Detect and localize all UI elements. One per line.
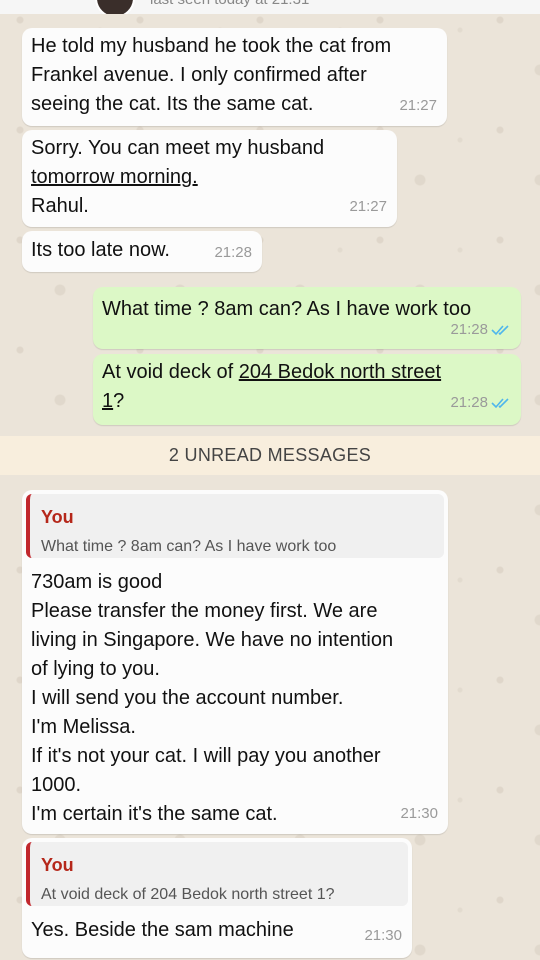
- message-text: At void deck of: [102, 361, 239, 383]
- message-text: Yes. Beside the sam machine: [31, 919, 294, 941]
- message-text: Rahul.: [31, 195, 89, 217]
- message-outgoing[interactable]: At void deck of 204 Bedok north street 1…: [93, 354, 521, 425]
- message-text: 730am is good Please transfer the money …: [31, 571, 394, 825]
- message-incoming-reply[interactable]: You At void deck of 204 Bedok north stre…: [22, 838, 412, 958]
- message-text: Sorry. You can meet my husband: [31, 137, 325, 159]
- message-incoming-reply[interactable]: You What time ? 8am can? As I have work …: [22, 490, 448, 834]
- address-link[interactable]: 1: [102, 390, 113, 412]
- last-seen-status: last seen today at 21:31: [150, 0, 309, 8]
- quoted-message[interactable]: You At void deck of 204 Bedok north stre…: [26, 842, 408, 906]
- read-ticks-icon: [491, 324, 509, 335]
- quote-text: At void deck of 204 Bedok north street 1…: [41, 886, 335, 903]
- quote-author: You: [41, 855, 74, 875]
- message-incoming[interactable]: He told my husband he took the cat from …: [22, 28, 447, 126]
- message-time: 21:28: [450, 315, 511, 344]
- message-time: 21:28: [214, 244, 252, 261]
- message-incoming[interactable]: Sorry. You can meet my husband tomorrow …: [22, 130, 397, 227]
- read-ticks-icon: [491, 397, 509, 408]
- message-time: 21:30: [400, 805, 438, 822]
- unread-messages-banner: 2 UNREAD MESSAGES: [0, 436, 540, 475]
- message-time: 21:28: [450, 388, 511, 417]
- message-time: 21:27: [399, 97, 437, 114]
- message-time: 21:30: [364, 927, 402, 944]
- quote-text: What time ? 8am can? As I have work too: [41, 538, 337, 555]
- message-text: ?: [113, 390, 125, 412]
- address-link[interactable]: 204 Bedok north street: [239, 361, 441, 383]
- message-text: He told my husband he took the cat from …: [31, 35, 392, 115]
- message-incoming[interactable]: Its too late now. 21:28: [22, 231, 262, 272]
- chat-header[interactable]: last seen today at 21:31: [0, 0, 540, 14]
- message-time: 21:27: [349, 198, 387, 215]
- message-text-link[interactable]: tomorrow morning.: [31, 163, 388, 192]
- quote-author: You: [41, 507, 74, 527]
- quoted-message[interactable]: You What time ? 8am can? As I have work …: [26, 494, 444, 558]
- message-outgoing[interactable]: What time ? 8am can? As I have work too …: [93, 287, 521, 349]
- contact-avatar[interactable]: [95, 0, 135, 14]
